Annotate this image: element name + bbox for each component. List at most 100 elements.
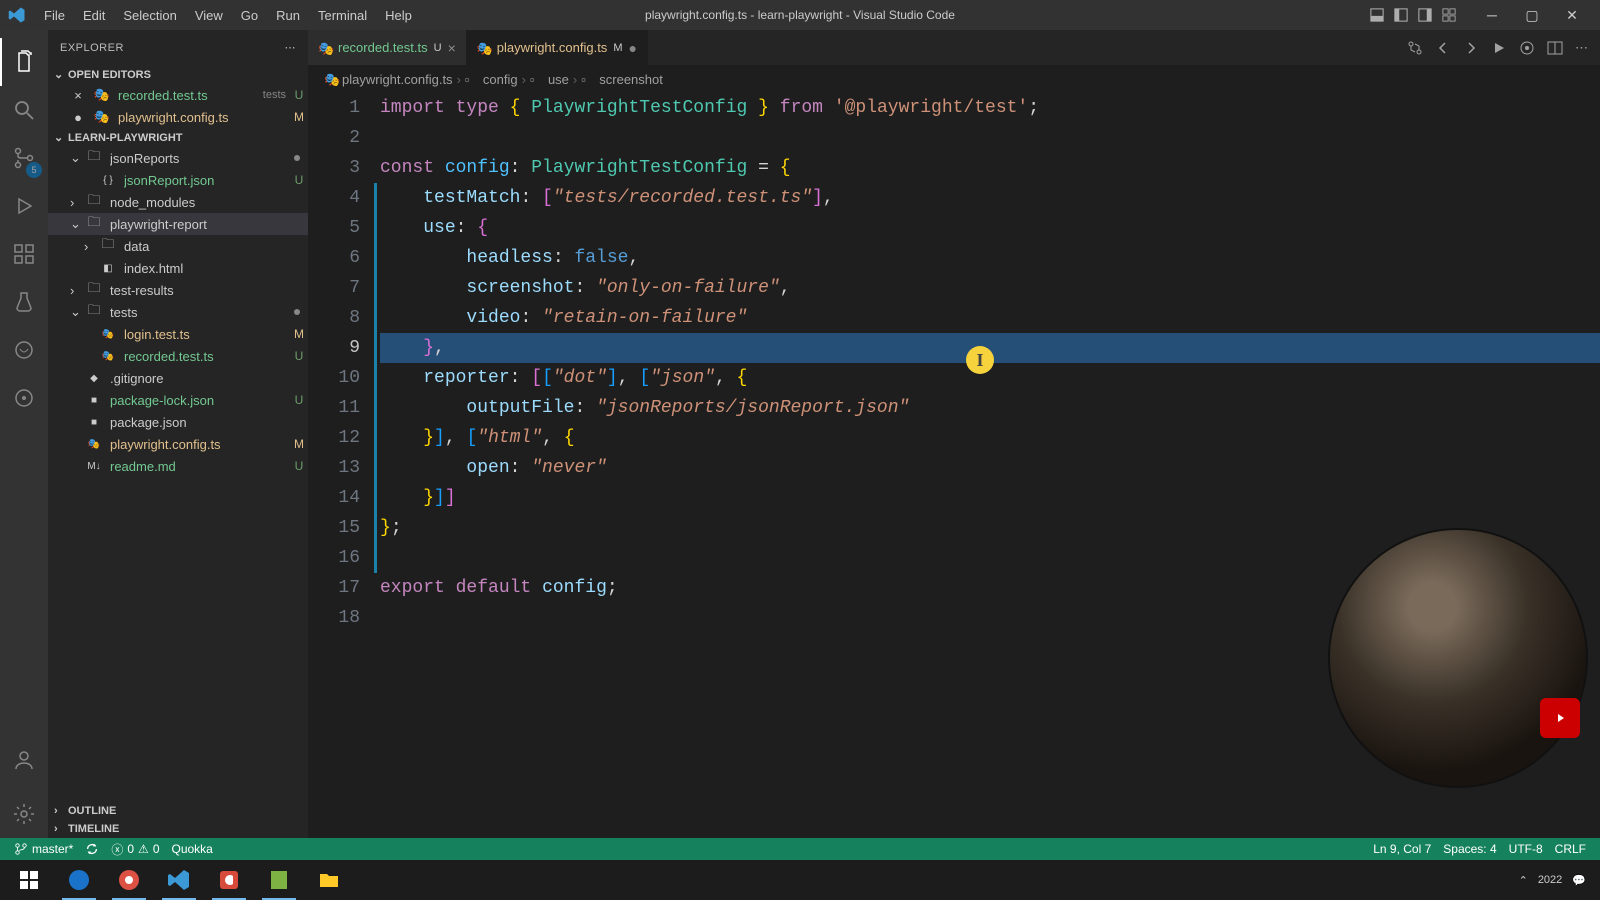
menu-view[interactable]: View xyxy=(187,4,231,27)
folder-item[interactable]: ›🗀node_modules xyxy=(48,191,308,213)
source-control-icon[interactable]: 5 xyxy=(0,134,48,182)
editor-tab[interactable]: 🎭recorded.test.ts U × xyxy=(308,30,467,65)
file-item[interactable]: ■package.json xyxy=(48,411,308,433)
start-button[interactable] xyxy=(4,860,54,900)
radio-icon[interactable] xyxy=(1519,40,1535,56)
notifications-icon[interactable]: 💬 xyxy=(1572,874,1586,887)
folder-item[interactable]: ›🗀test-results xyxy=(48,279,308,301)
folder-section[interactable]: ⌄LEARN-PLAYWRIGHT xyxy=(48,128,308,147)
menu-file[interactable]: File xyxy=(36,4,73,27)
windows-taskbar: ⌃ 2022 💬 xyxy=(0,860,1600,900)
menu-help[interactable]: Help xyxy=(377,4,420,27)
run-debug-icon[interactable] xyxy=(0,182,48,230)
file-icon: 🎭 xyxy=(86,436,102,452)
breadcrumbs[interactable]: 🎭playwright.config.ts›▫config›▫use›▫scre… xyxy=(308,65,1600,93)
file-item[interactable]: 🎭login.test.tsM xyxy=(48,323,308,345)
dirty-dot-icon[interactable]: ● xyxy=(70,109,86,125)
quokka-indicator[interactable]: Quokka xyxy=(166,842,219,856)
chevron-icon: › xyxy=(70,283,82,298)
explorer-app[interactable] xyxy=(304,860,354,900)
eol-indicator[interactable]: CRLF xyxy=(1549,842,1592,856)
git-compare-icon[interactable] xyxy=(1407,40,1423,56)
cursor-position[interactable]: Ln 9, Col 7 xyxy=(1367,842,1437,856)
encoding-indicator[interactable]: UTF-8 xyxy=(1503,842,1549,856)
extensions-icon[interactable] xyxy=(0,230,48,278)
youtube-badge-icon xyxy=(1540,698,1580,738)
timeline-section[interactable]: ›TIMELINE xyxy=(48,820,308,838)
scm-badge: 5 xyxy=(26,162,42,178)
outline-section[interactable]: ›OUTLINE xyxy=(48,802,308,820)
dirty-dot-icon[interactable]: ● xyxy=(628,40,636,56)
testing-icon[interactable] xyxy=(0,278,48,326)
menu-run[interactable]: Run xyxy=(268,4,308,27)
menu-edit[interactable]: Edit xyxy=(75,4,113,27)
notes-app[interactable] xyxy=(254,860,304,900)
open-editor-item[interactable]: ×🎭recorded.test.tstestsU xyxy=(48,84,308,106)
layout-panel-icon[interactable] xyxy=(1370,8,1384,22)
explorer-icon[interactable] xyxy=(0,38,48,86)
zenmode-icon[interactable] xyxy=(0,374,48,422)
run-icon[interactable] xyxy=(1491,40,1507,56)
explorer-header: EXPLORER ⋯ xyxy=(48,30,308,65)
breadcrumb-item[interactable]: screenshot xyxy=(599,72,663,87)
close-icon[interactable]: × xyxy=(448,40,456,56)
edge-app[interactable] xyxy=(54,860,104,900)
chevron-icon: › xyxy=(84,239,96,254)
split-icon[interactable] xyxy=(1547,40,1563,56)
branch-indicator[interactable]: master* xyxy=(8,842,79,856)
nav-back-icon[interactable] xyxy=(1435,40,1451,56)
menu-selection[interactable]: Selection xyxy=(115,4,184,27)
close-button[interactable]: ✕ xyxy=(1552,0,1592,30)
sync-button[interactable] xyxy=(79,842,105,856)
file-item[interactable]: ◧index.html xyxy=(48,257,308,279)
folder-item[interactable]: ⌄🗀playwright-report xyxy=(48,213,308,235)
breadcrumb-item[interactable]: config xyxy=(483,72,518,87)
editor-area: 🎭recorded.test.ts U ×🎭playwright.config.… xyxy=(308,30,1600,838)
indentation-indicator[interactable]: Spaces: 4 xyxy=(1437,842,1502,856)
nav-fwd-icon[interactable] xyxy=(1463,40,1479,56)
layout-right-icon[interactable] xyxy=(1418,8,1432,22)
file-item[interactable]: M↓readme.mdU xyxy=(48,455,308,477)
folder-item[interactable]: ⌄🗀tests xyxy=(48,301,308,323)
file-item[interactable]: 🎭playwright.config.tsM xyxy=(48,433,308,455)
dirty-dot-icon xyxy=(294,309,300,315)
folder-icon: 🗀 xyxy=(86,304,102,320)
chrome-app[interactable] xyxy=(104,860,154,900)
maximize-button[interactable]: ▢ xyxy=(1512,0,1552,30)
problems-indicator[interactable]: ⓧ0⚠0 xyxy=(105,841,165,858)
menu-go[interactable]: Go xyxy=(233,4,266,27)
minimize-button[interactable]: ─ xyxy=(1472,0,1512,30)
breadcrumb-item[interactable]: playwright.config.ts xyxy=(342,72,453,87)
tab-more-icon[interactable]: ⋯ xyxy=(1575,40,1588,56)
activity-bar: 5 xyxy=(0,30,48,838)
tray-time[interactable]: 2022 xyxy=(1538,874,1562,886)
file-icon: ■ xyxy=(86,392,102,408)
layout-side-icon[interactable] xyxy=(1394,8,1408,22)
folder-item[interactable]: ›🗀data xyxy=(48,235,308,257)
folder-item[interactable]: ⌄🗀jsonReports xyxy=(48,147,308,169)
open-editor-item[interactable]: ●🎭playwright.config.tsM xyxy=(48,106,308,128)
editor-tab[interactable]: 🎭playwright.config.ts M ● xyxy=(467,30,648,65)
tray-chevron-icon[interactable]: ⌃ xyxy=(1519,874,1528,887)
file-item[interactable]: ■package-lock.jsonU xyxy=(48,389,308,411)
menu-terminal[interactable]: Terminal xyxy=(310,4,375,27)
file-item[interactable]: ◆.gitignore xyxy=(48,367,308,389)
open-editors-section[interactable]: ⌄OPEN EDITORS xyxy=(48,65,308,84)
dirty-dot-icon xyxy=(294,155,300,161)
breadcrumb-item[interactable]: use xyxy=(548,72,569,87)
camtasia-app[interactable] xyxy=(204,860,254,900)
window-title: playwright.config.ts - learn-playwright … xyxy=(645,8,955,22)
search-icon[interactable] xyxy=(0,86,48,134)
menubar: FileEditSelectionViewGoRunTerminalHelp xyxy=(36,4,420,27)
playwright-file-icon: 🎭 xyxy=(318,41,332,55)
vscode-app[interactable] xyxy=(154,860,204,900)
customize-layout-icon[interactable] xyxy=(1442,8,1456,22)
file-icon: 🎭 xyxy=(100,326,116,342)
more-icon[interactable]: ⋯ xyxy=(285,41,297,54)
file-item[interactable]: 🎭recorded.test.tsU xyxy=(48,345,308,367)
file-item[interactable]: { }jsonReport.jsonU xyxy=(48,169,308,191)
close-icon[interactable]: × xyxy=(70,87,86,103)
settings-icon[interactable] xyxy=(0,790,48,838)
playwright-icon[interactable] xyxy=(0,326,48,374)
accounts-icon[interactable] xyxy=(0,736,48,784)
